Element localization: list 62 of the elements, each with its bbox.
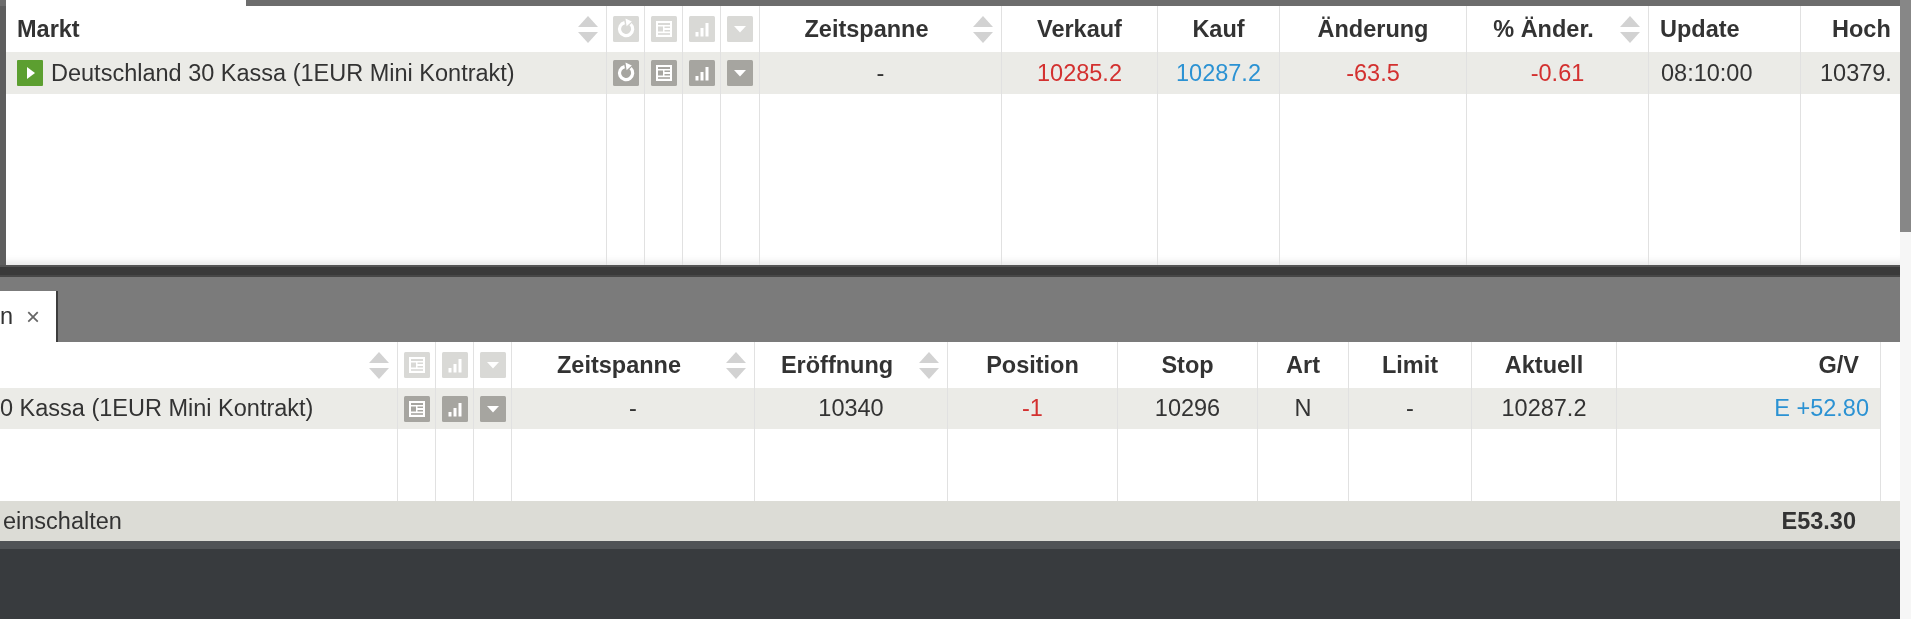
bar-chart-icon[interactable] — [688, 16, 715, 42]
table-cell: E +52.80 — [1774, 395, 1869, 422]
play-icon[interactable] — [17, 60, 43, 86]
bar-chart-icon[interactable] — [441, 352, 468, 378]
scrollbar[interactable] — [1900, 0, 1911, 619]
sort-icon[interactable] — [726, 351, 746, 379]
column-header[interactable]: Aktuell — [1504, 351, 1584, 379]
tab[interactable]: n × — [0, 291, 58, 342]
refresh-icon[interactable] — [612, 60, 639, 86]
column-header[interactable]: Änderung — [1317, 15, 1429, 43]
status-text: einschalten — [3, 507, 122, 535]
table-cell: -63.5 — [1346, 59, 1400, 87]
document-icon[interactable] — [403, 352, 430, 378]
bar-chart-icon[interactable] — [688, 60, 715, 86]
bar-chart-icon[interactable] — [441, 395, 468, 422]
close-button[interactable]: × — [26, 304, 41, 329]
column-header[interactable]: Zeitspanne — [556, 351, 682, 379]
table-cell: 10340 — [818, 395, 884, 422]
scrollbar-thumb[interactable] — [1900, 0, 1911, 232]
sort-icon[interactable] — [919, 351, 939, 379]
table-cell: 10285.2 — [1037, 59, 1122, 87]
column-header[interactable]: % Änder. — [1493, 15, 1594, 43]
total-value: E53.30 — [1781, 507, 1856, 535]
refresh-icon[interactable] — [612, 16, 639, 42]
column-header[interactable]: Verkauf — [1037, 15, 1122, 43]
document-icon[interactable] — [650, 60, 677, 86]
sort-icon[interactable] — [369, 351, 389, 379]
column-header[interactable]: Markt — [17, 15, 80, 43]
sort-icon[interactable] — [578, 15, 598, 43]
document-icon[interactable] — [650, 16, 677, 42]
column-header[interactable]: Update — [1660, 15, 1740, 43]
sort-icon[interactable] — [1620, 15, 1640, 43]
market-name: 0 Kassa (1EUR Mini Kontrakt) — [0, 395, 314, 422]
table-cell: -0.61 — [1530, 59, 1585, 87]
table-cell: - — [1406, 395, 1414, 422]
table-cell: 10287.2 — [1501, 395, 1587, 422]
table-cell: 10296 — [1154, 395, 1221, 422]
column-header[interactable]: Hoch — [1832, 15, 1891, 43]
table-cell: -1 — [1022, 395, 1043, 422]
document-icon[interactable] — [403, 395, 430, 422]
active-tab-edge[interactable] — [6, 0, 246, 6]
caret-down-icon[interactable] — [479, 352, 506, 378]
splitter-bar[interactable] — [0, 265, 1900, 277]
caret-down-icon[interactable] — [727, 16, 753, 42]
table-cell: 10379. — [1820, 59, 1892, 87]
column-header[interactable]: Kauf — [1192, 15, 1245, 43]
table-cell: 08:10:00 — [1661, 59, 1753, 87]
column-header[interactable]: Position — [986, 351, 1079, 379]
sort-icon[interactable] — [973, 15, 993, 43]
table-cell: 10287.2 — [1176, 59, 1261, 87]
table-cell: - — [629, 395, 637, 422]
column-header[interactable]: Stop — [1161, 351, 1214, 379]
table-cell: - — [876, 59, 885, 87]
column-header[interactable]: Eröffnung — [780, 351, 894, 379]
caret-down-icon[interactable] — [727, 60, 753, 86]
column-header[interactable]: G/V — [1818, 351, 1859, 379]
column-header[interactable]: Zeitspanne — [804, 15, 929, 43]
column-header[interactable]: Art — [1286, 351, 1320, 379]
market-name: Deutschland 30 Kassa (1EUR Mini Kontrakt) — [51, 59, 515, 87]
column-header[interactable]: Limit — [1381, 351, 1439, 379]
table-cell: N — [1294, 395, 1312, 422]
caret-down-icon[interactable] — [479, 395, 506, 422]
